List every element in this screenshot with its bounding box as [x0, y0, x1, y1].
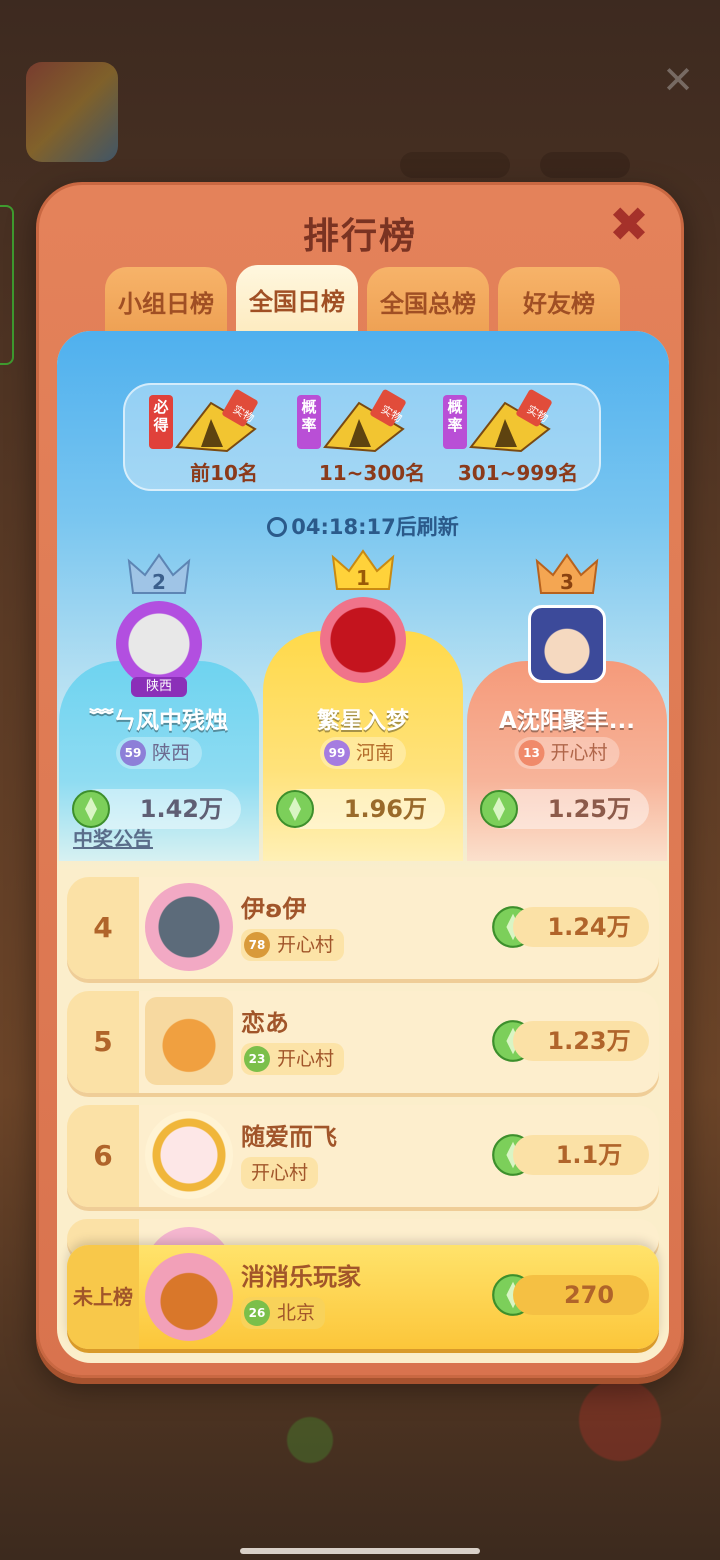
lotus-gem-icon [480, 790, 518, 828]
top-three-area: 必得 实物 前10名 概率 实物 11~300名 概率 实物 301~999名 … [57, 331, 669, 871]
rank-number: 6 [67, 1105, 139, 1207]
podium-rank-number: 2 [152, 570, 166, 594]
avatar-region-tag: 陕西 [131, 677, 187, 697]
tent-icon: 实物 [469, 389, 552, 453]
prize-11-300: 概率 实物 11~300名 [297, 389, 447, 489]
player-region: 99 河南 [319, 737, 407, 769]
prize-range: 11~300名 [318, 461, 426, 485]
player-score: 270 [513, 1275, 649, 1315]
tab-group-daily[interactable]: 小组日榜 [105, 267, 227, 333]
my-rank-status: 未上榜 [67, 1245, 139, 1349]
tab-friends[interactable]: 好友榜 [498, 267, 620, 333]
leaderboard-panel: 必得 实物 前10名 概率 实物 11~300名 概率 实物 301~999名 … [57, 331, 669, 1363]
background-pill [400, 152, 510, 178]
rank-number: 5 [67, 991, 139, 1093]
crown-silver-icon: 2 [127, 553, 191, 594]
player-region: 78 开心村 [241, 929, 345, 961]
player-name: 恋あ [241, 1009, 289, 1037]
prize-box: 必得 实物 前10名 概率 实物 11~300名 概率 实物 301~999名 [123, 383, 601, 491]
player-name: A沈阳聚丰... [498, 708, 635, 734]
tab-national-total[interactable]: 全国总榜 [367, 267, 489, 333]
close-icon[interactable]: ✖ [607, 201, 651, 249]
winner-notice-link[interactable]: 中奖公告 [73, 823, 153, 852]
podium-rank-1[interactable]: 1 繁星入梦 99 河南 1.96万 [263, 549, 463, 861]
prize-tag: 概率 [443, 395, 467, 449]
player-name: ﹌ㄣ风中残烛 [90, 708, 228, 734]
table-row[interactable]: 6 随爱而飞 开心村 1.1万 [67, 1105, 659, 1207]
player-name: 伊ʚ伊 [241, 895, 307, 923]
player-name: 繁星入梦 [317, 708, 409, 734]
side-tab [0, 205, 14, 365]
crown-bronze-icon: 3 [535, 553, 599, 594]
region-text: 开心村 [277, 1048, 335, 1070]
table-row[interactable]: 4 伊ʚ伊 78 开心村 1.24万 [67, 877, 659, 979]
player-region: 13 开心村 [514, 737, 620, 769]
avatar [528, 605, 606, 683]
home-indicator[interactable] [240, 1548, 480, 1554]
clock-icon [267, 517, 288, 537]
refresh-timer: 04:18:17后刷新 [57, 511, 669, 541]
rank-number: 4 [67, 877, 139, 979]
player-region: 26 北京 [241, 1297, 326, 1329]
avatar [145, 883, 233, 971]
player-region: 23 开心村 [241, 1043, 345, 1075]
my-rank-bar[interactable]: 未上榜 消消乐玩家 26 北京 270 [67, 1245, 659, 1349]
background-top-bar: ✕ [0, 50, 720, 180]
podium-rank-number: 3 [560, 570, 574, 594]
level-badge: 99 [323, 740, 350, 766]
region-text: 陕西 [151, 742, 191, 764]
level-badge: 23 [244, 1046, 270, 1072]
prize-301-999: 概率 实物 301~999名 [443, 389, 593, 489]
background-pill [540, 152, 630, 178]
level-badge: 26 [244, 1300, 270, 1326]
podium-rank-2[interactable]: 2 陕西 ﹌ㄣ风中残烛 59 陕西 1.42万 [59, 551, 259, 861]
player-name: 消消乐玩家 [241, 1263, 361, 1291]
level-badge: 78 [244, 932, 270, 958]
avatar [145, 1253, 233, 1341]
prize-top10: 必得 实物 前10名 [149, 389, 299, 489]
podium-rank-3[interactable]: 3 A沈阳聚丰... 13 开心村 1.25万 [467, 551, 667, 861]
player-name: 随爱而飞 [241, 1123, 337, 1151]
region-text: 开心村 [277, 934, 335, 956]
prize-range: 前10名 [190, 461, 258, 485]
refresh-suffix: 后刷新 [395, 515, 459, 539]
podium-rank-number: 1 [356, 566, 370, 590]
modal-title: 排行榜 [302, 216, 417, 257]
avatar [320, 597, 406, 683]
game-logo [26, 62, 118, 162]
tent-icon: 实物 [323, 389, 406, 453]
level-badge: 59 [119, 740, 146, 766]
region-text: 开心村 [251, 1162, 309, 1184]
tab-national-daily[interactable]: 全国日榜 [236, 265, 358, 333]
level-badge: 13 [518, 740, 545, 766]
crown-gold-icon: 1 [331, 549, 395, 590]
prize-range: 301~999名 [457, 461, 579, 485]
player-region: 开心村 [241, 1157, 319, 1189]
background-close-icon: ✕ [662, 58, 694, 102]
region-text: 开心村 [550, 742, 608, 764]
region-text: 河南 [355, 742, 395, 764]
player-score: 1.23万 [513, 1021, 649, 1061]
player-score: 1.1万 [513, 1135, 649, 1175]
player-score: 1.24万 [513, 907, 649, 947]
region-text: 北京 [277, 1302, 316, 1324]
table-row[interactable]: 5 恋あ 23 开心村 1.23万 [67, 991, 659, 1093]
player-region: 59 陕西 [115, 737, 203, 769]
avatar [116, 601, 202, 687]
background-bottom [0, 1360, 720, 1560]
avatar [145, 997, 233, 1085]
prize-tag: 概率 [297, 395, 321, 449]
prize-tag: 必得 [149, 395, 173, 449]
lotus-gem-icon [276, 790, 314, 828]
refresh-time: 04:18:17 [291, 515, 396, 539]
tent-icon: 实物 [175, 389, 258, 453]
avatar [145, 1111, 233, 1199]
leaderboard-modal: 排行榜 ✖ 小组日榜 全国日榜 全国总榜 好友榜 必得 实物 前10名 概率 实… [36, 182, 684, 1378]
